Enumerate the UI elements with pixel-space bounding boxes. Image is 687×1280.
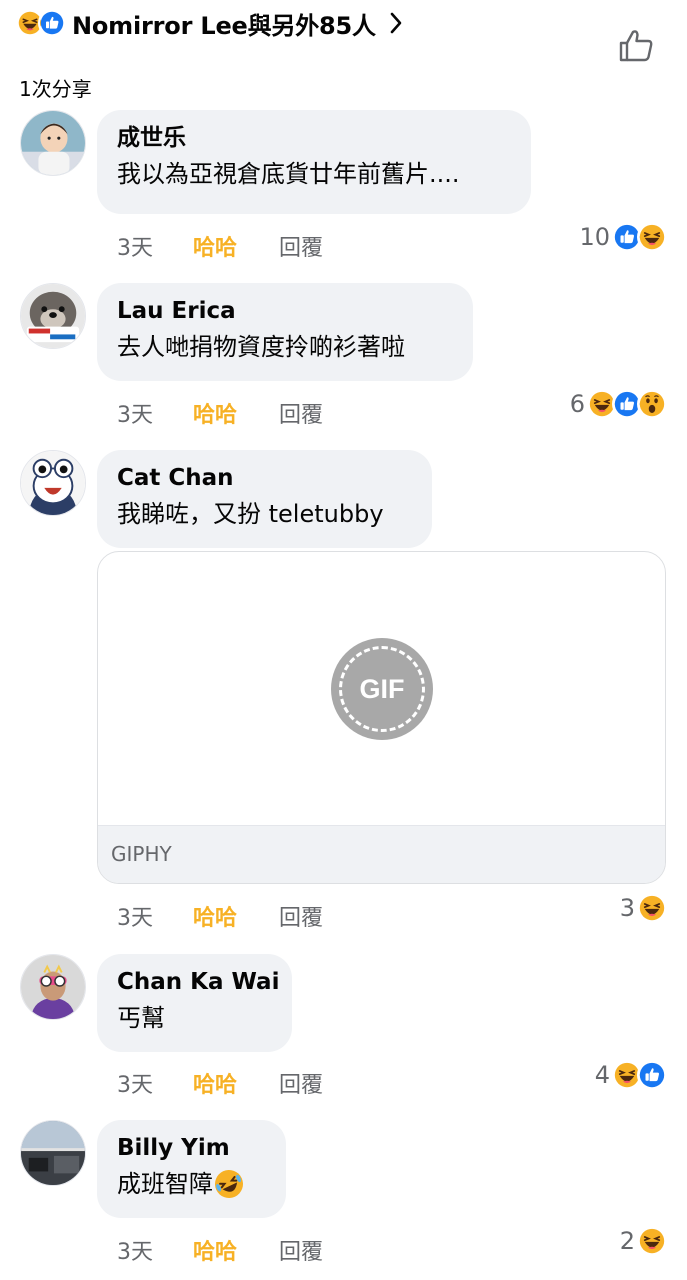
comment-actions: 3天 哈哈 回覆 xyxy=(117,1234,323,1266)
wow-icon xyxy=(637,389,667,419)
avatar[interactable] xyxy=(20,450,86,516)
comment-text: 成班智障 xyxy=(117,1164,266,1204)
comment-time[interactable]: 3天 xyxy=(117,1067,193,1099)
comment-actions: 3天 哈哈 回覆 xyxy=(117,397,323,429)
comment-bubble[interactable]: Chan Ka Wai 丐幫 xyxy=(97,954,292,1052)
comment-text: 我睇咗，又扮 teletubby xyxy=(117,500,384,528)
reaction-count: 10 xyxy=(579,223,610,251)
reply-button[interactable]: 回覆 xyxy=(279,900,323,932)
gif-attachment[interactable]: GIF GIPHY xyxy=(97,551,666,884)
reaction-count: 4 xyxy=(594,1061,610,1089)
comment-author[interactable]: Billy Yim xyxy=(117,1132,266,1164)
reactors-text: Nomirror Lee與另外85人 xyxy=(72,11,376,40)
gif-footer: GIPHY xyxy=(98,825,665,883)
avatar[interactable] xyxy=(20,110,86,176)
comment-bubble[interactable]: Cat Chan 我睇咗，又扮 teletubby xyxy=(97,450,432,548)
rolling-laughing-icon xyxy=(213,1168,245,1200)
comment-author[interactable]: Cat Chan xyxy=(117,462,412,494)
comment-bubble[interactable]: 成世乐 我以為亞視倉底貨廿年前舊片.... xyxy=(97,110,531,214)
avatar[interactable] xyxy=(20,1120,86,1186)
comment-actions: 3天 哈哈 回覆 xyxy=(117,900,323,932)
comment-time[interactable]: 3天 xyxy=(117,397,193,429)
haha-reaction-button[interactable]: 哈哈 xyxy=(193,230,279,262)
comment-actions: 3天 哈哈 回覆 xyxy=(117,1067,323,1099)
haha-icon xyxy=(637,1226,667,1256)
haha-reaction-button[interactable]: 哈哈 xyxy=(193,900,279,932)
comment-reaction-summary[interactable]: 4 xyxy=(595,1060,667,1090)
comment-reaction-summary[interactable]: 2 xyxy=(620,1226,667,1256)
comment-text: 我以為亞視倉底貨廿年前舊片.... xyxy=(117,160,460,188)
comment-reaction-summary[interactable]: 3 xyxy=(620,893,667,923)
reply-button[interactable]: 回覆 xyxy=(279,1067,323,1099)
comment-text-content: 成班智障 xyxy=(117,1170,213,1198)
comment-reaction-summary[interactable]: 10 xyxy=(579,222,667,252)
reply-button[interactable]: 回覆 xyxy=(279,1234,323,1266)
reaction-icon-stack xyxy=(16,9,66,37)
avatar[interactable] xyxy=(20,954,86,1020)
haha-reaction-button[interactable]: 哈哈 xyxy=(193,1234,279,1266)
reactors-summary[interactable]: Nomirror Lee與另外85人 xyxy=(16,6,404,40)
haha-reaction-button[interactable]: 哈哈 xyxy=(193,397,279,429)
reaction-count: 3 xyxy=(619,894,635,922)
chevron-right-icon xyxy=(390,12,402,34)
like-outline-icon[interactable] xyxy=(617,27,655,65)
haha-reaction-button[interactable]: 哈哈 xyxy=(193,1067,279,1099)
like-icon xyxy=(637,1060,667,1090)
comment-bubble[interactable]: Billy Yim 成班智障 xyxy=(97,1120,286,1218)
reaction-count: 2 xyxy=(619,1227,635,1255)
comment-bubble[interactable]: Lau Erica 去人哋捐物資度拎啲衫著啦 xyxy=(97,283,473,381)
comment-author[interactable]: Chan Ka Wai xyxy=(117,966,279,998)
comment-text: 丐幫 xyxy=(117,1004,165,1032)
comment-author[interactable]: Lau Erica xyxy=(117,295,453,327)
avatar[interactable] xyxy=(20,283,86,349)
haha-icon xyxy=(637,893,667,923)
comment-author[interactable]: 成世乐 xyxy=(117,122,511,154)
gif-badge-label: GIF xyxy=(359,674,405,704)
comment-actions: 3天 哈哈 回覆 xyxy=(117,230,323,262)
comment-reaction-summary[interactable]: 6 xyxy=(570,389,667,419)
reply-button[interactable]: 回覆 xyxy=(279,230,323,262)
comment-time[interactable]: 3天 xyxy=(117,1234,193,1266)
reaction-count: 6 xyxy=(569,390,585,418)
like-icon xyxy=(38,9,66,37)
gif-source: GIPHY xyxy=(111,842,172,866)
comment-text: 去人哋捐物資度拎啲衫著啦 xyxy=(117,333,405,361)
reply-button[interactable]: 回覆 xyxy=(279,397,323,429)
comment-time[interactable]: 3天 xyxy=(117,900,193,932)
gif-play-icon[interactable]: GIF xyxy=(331,638,433,740)
share-count[interactable]: 1次分享 xyxy=(19,73,92,102)
comment-time[interactable]: 3天 xyxy=(117,230,193,262)
haha-icon xyxy=(637,222,667,252)
